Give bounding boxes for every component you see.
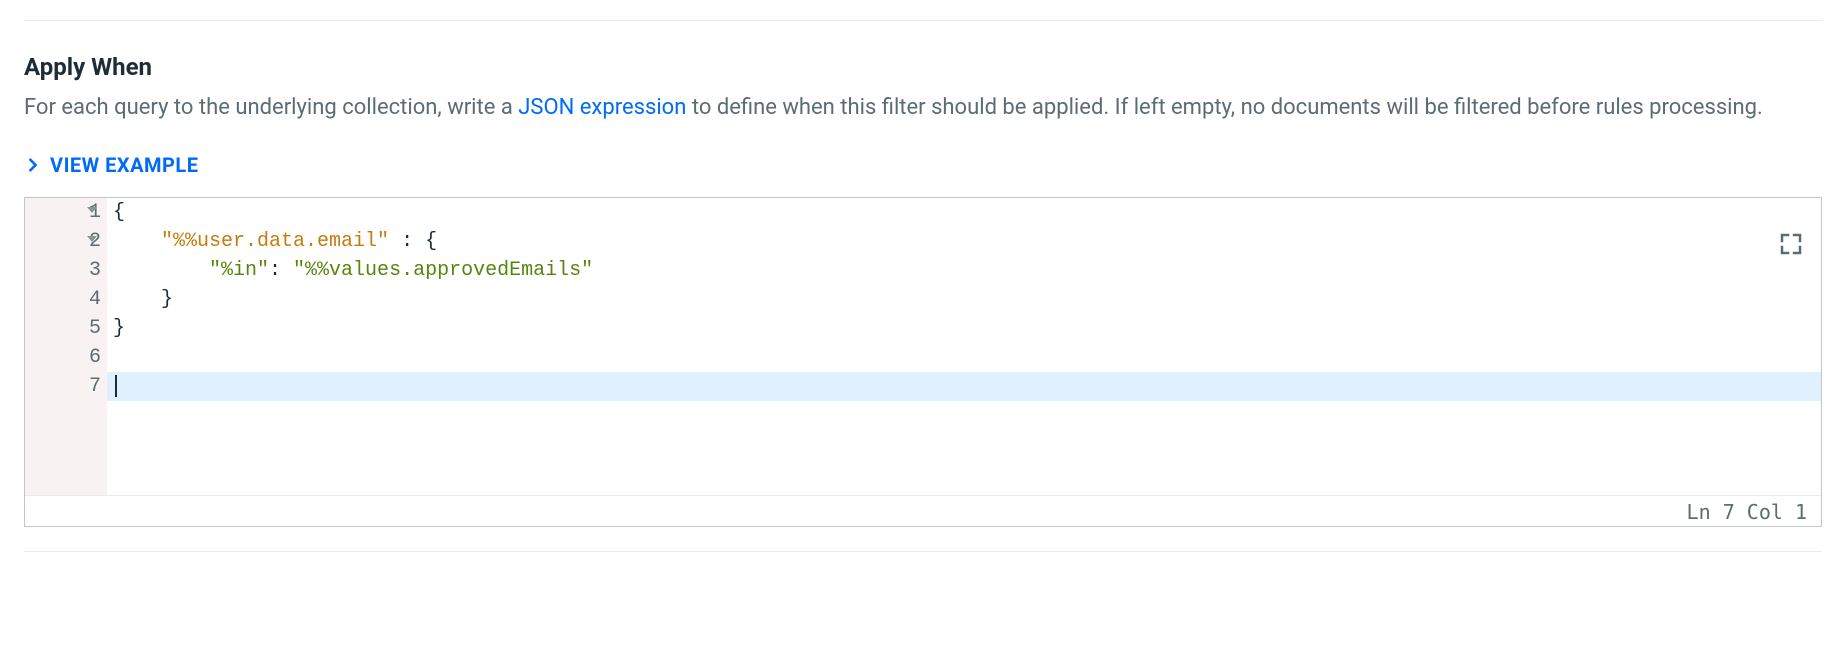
- code-token: {: [425, 230, 437, 253]
- line-number: 5: [53, 314, 101, 343]
- editor-gutter: 1234567: [25, 198, 107, 495]
- code-token: [113, 230, 161, 253]
- code-line[interactable]: }: [107, 285, 1821, 314]
- code-token: :: [389, 230, 425, 253]
- line-number: 4: [53, 285, 101, 314]
- gutter-row: 1: [25, 198, 101, 227]
- top-divider: [24, 20, 1822, 21]
- fold-toggle-icon[interactable]: [87, 207, 97, 213]
- code-token: :: [269, 259, 293, 282]
- expand-icon: [1779, 232, 1803, 256]
- line-number: 6: [53, 343, 101, 372]
- code-editor[interactable]: 1234567 { "%%user.data.email" : { "%in":…: [24, 197, 1822, 527]
- code-token: "%%user.data.email": [161, 230, 389, 253]
- line-number: 7: [53, 372, 101, 401]
- editor-status-bar: Ln 7 Col 1: [25, 495, 1821, 526]
- json-expression-link[interactable]: JSON expression: [518, 95, 686, 120]
- view-example-label: VIEW EXAMPLE: [50, 153, 199, 177]
- code-token: [113, 288, 161, 311]
- section-description: For each query to the underlying collect…: [24, 91, 1822, 125]
- line-number: 3: [53, 256, 101, 285]
- status-col-value: 1: [1795, 500, 1807, 524]
- code-line[interactable]: [107, 343, 1821, 372]
- code-token: "%in": [209, 259, 269, 282]
- status-line-value: 7: [1723, 500, 1735, 524]
- gutter-row: 6: [25, 343, 101, 372]
- code-line[interactable]: "%%user.data.email" : {: [107, 227, 1821, 256]
- view-example-toggle[interactable]: VIEW EXAMPLE: [26, 153, 199, 177]
- gutter-row: 2: [25, 227, 101, 256]
- code-token: "%%values.approvedEmails": [293, 259, 593, 282]
- code-line[interactable]: "%in": "%%values.approvedEmails": [107, 256, 1821, 285]
- text-cursor: [115, 375, 117, 397]
- gutter-row: 7: [25, 372, 101, 401]
- bottom-divider: [24, 551, 1822, 552]
- code-line[interactable]: [107, 372, 1821, 401]
- status-line-label: Ln: [1687, 500, 1711, 524]
- chevron-right-icon: [26, 158, 40, 172]
- section-title: Apply When: [24, 53, 1822, 81]
- editor-code-area[interactable]: { "%%user.data.email" : { "%in": "%%valu…: [107, 198, 1821, 495]
- status-col-label: Col: [1747, 500, 1783, 524]
- gutter-row: 3: [25, 256, 101, 285]
- fold-toggle-icon[interactable]: [87, 236, 97, 242]
- code-line[interactable]: }: [107, 314, 1821, 343]
- gutter-row: 5: [25, 314, 101, 343]
- code-token: [113, 259, 209, 282]
- code-line[interactable]: {: [107, 198, 1821, 227]
- code-token: {: [113, 201, 125, 224]
- desc-before: For each query to the underlying collect…: [24, 95, 518, 120]
- code-token: }: [161, 288, 173, 311]
- desc-after: to define when this filter should be app…: [686, 95, 1762, 120]
- code-token: }: [113, 317, 125, 340]
- fullscreen-button[interactable]: [1779, 232, 1803, 256]
- gutter-row: 4: [25, 285, 101, 314]
